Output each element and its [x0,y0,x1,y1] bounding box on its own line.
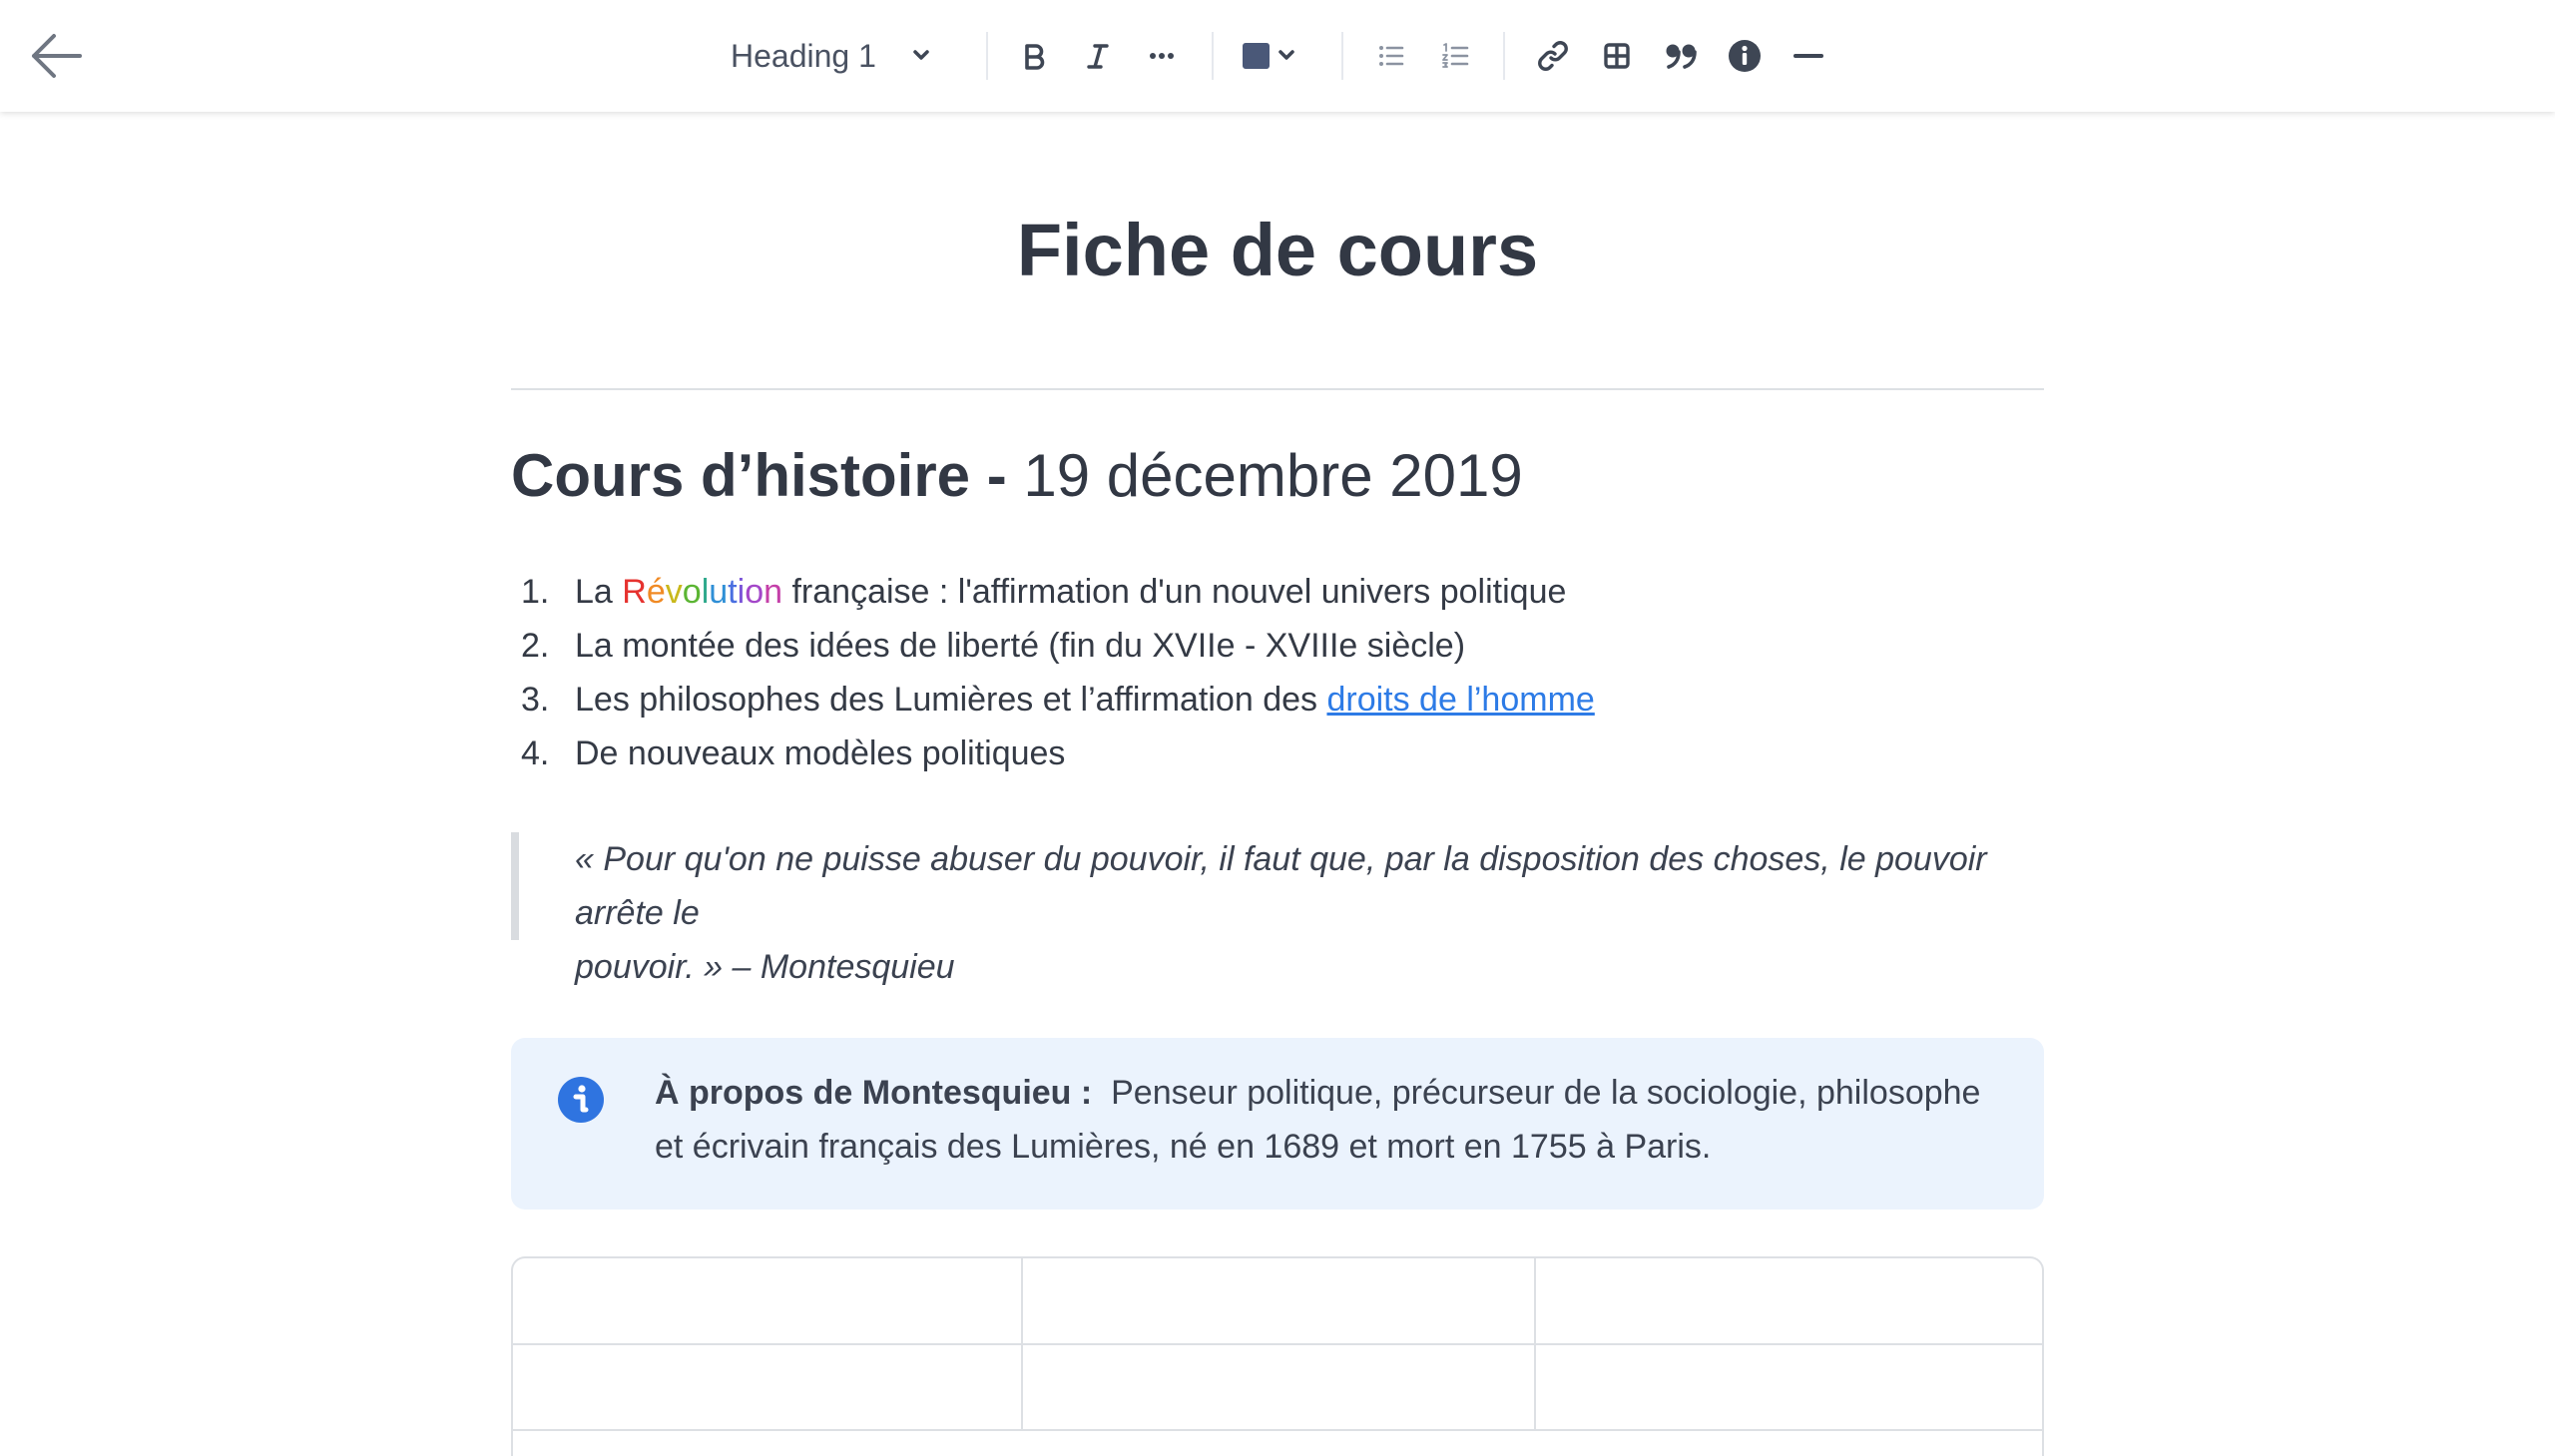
callout-line: et écrivain français des Lumières, né en… [655,1128,1712,1166]
toolbar-divider [1503,32,1505,80]
arrow-left-icon [32,34,82,78]
heading-style-label: Heading 1 [731,37,876,74]
link-icon [1538,41,1568,71]
section-heading[interactable]: Cours d’histoire - 19 décembre 2019 [511,441,1523,510]
quote-line: pouvoir. » – Montesquieu [575,948,955,986]
table-row [513,1258,2042,1345]
rainbow-letter: t [728,573,738,611]
table-button[interactable] [1589,28,1645,84]
toolbar-divider [1212,32,1214,80]
divider-button[interactable] [1781,28,1836,84]
info-icon [1729,40,1761,72]
table-cell[interactable] [1535,1258,2042,1345]
text-color-button[interactable] [1234,28,1309,84]
bullet-list-icon [1379,46,1404,66]
table-cell[interactable] [1535,1344,2042,1431]
rainbow-letter: o [745,573,765,611]
table-cell[interactable] [1022,1344,1536,1431]
list-number: 3. [521,681,550,719]
callout-text: Penseur politique, précurseur de la soci… [1111,1074,1981,1112]
rainbow-word: Révolution [622,573,782,611]
list-number: 1. [521,573,550,611]
quote-line: « Pour qu'on ne puisse abuser du pouvoir… [575,840,1987,932]
document-table [511,1256,2044,1456]
rainbow-letter: v [665,573,683,611]
ordered-list: 1. La Révolution française : l'affirmati… [511,565,2044,780]
list-item-suffix: française : l'affirmation d'un nouvel un… [791,573,1567,611]
toolbar-divider [1341,32,1343,80]
divider-icon [1793,54,1823,58]
rainbow-letter: o [682,573,702,611]
list-item-text: De nouveaux modèles politiques [575,734,1066,772]
rainbow-letter: é [646,573,666,611]
chevron-down-icon [913,50,929,60]
info-block-button[interactable] [1717,28,1773,84]
list-item-prefix: La [575,573,613,611]
list-item-text: La montée des idées de liberté (fin du X… [575,627,1466,665]
editor-toolbar: Heading 1 [0,0,2555,112]
info-circle-icon [558,1077,604,1123]
info-callout[interactable]: À propos de Montesquieu : Penseur politi… [511,1038,2044,1210]
rainbow-letter: R [622,573,647,611]
table-cell[interactable] [513,1258,1023,1345]
list-number: 4. [521,734,550,772]
list-item[interactable]: 1. La Révolution française : l'affirmati… [511,565,2044,619]
bullet-list-button[interactable] [1363,28,1419,84]
table-cell[interactable] [1022,1258,1536,1345]
numbered-list-icon [1442,43,1469,68]
more-icon [1150,53,1174,59]
more-formatting-button[interactable] [1134,28,1190,84]
montesquieu-quote[interactable]: « Pour qu'on ne puisse abuser du pouvoir… [511,832,2044,986]
toolbar-divider [986,32,988,80]
list-item[interactable]: 2. La montée des idées de liberté (fin d… [511,619,2044,673]
rainbow-letter: u [709,573,729,611]
section-heading-date: 19 décembre 2019 [1023,442,1523,509]
list-item[interactable]: 3. Les philosophes des Lumières et l’aff… [511,673,2044,727]
table-row [513,1344,2042,1431]
link-button[interactable] [1525,28,1581,84]
italic-button[interactable] [1070,28,1126,84]
rainbow-letter: n [764,573,783,611]
callout-label: À propos de Montesquieu : [655,1074,1093,1112]
quote-icon [1666,44,1697,69]
bold-icon [1025,44,1045,70]
droits-de-lhomme-link[interactable]: droits de l’homme [1326,681,1594,719]
list-item-text: Les philosophes des Lumières et l’affirm… [575,681,1318,719]
back-button[interactable] [26,26,86,86]
heading-style-select[interactable]: Heading 1 [711,0,950,112]
table-icon [1604,43,1630,69]
table-cell[interactable] [513,1344,1023,1431]
numbered-list-button[interactable] [1427,28,1483,84]
horizontal-rule [511,388,2044,390]
callout-line: À propos de Montesquieu : Penseur politi… [655,1066,2000,1120]
quote-button[interactable] [1653,28,1709,84]
section-heading-bold: Cours d’histoire - [511,442,1007,509]
list-item[interactable]: 4. De nouveaux modèles politiques [511,727,2044,780]
list-number: 2. [521,627,550,665]
bold-button[interactable] [1006,28,1062,84]
italic-icon [1087,44,1109,69]
color-icon [1243,43,1294,69]
document-title[interactable]: Fiche de cours [511,208,2044,292]
